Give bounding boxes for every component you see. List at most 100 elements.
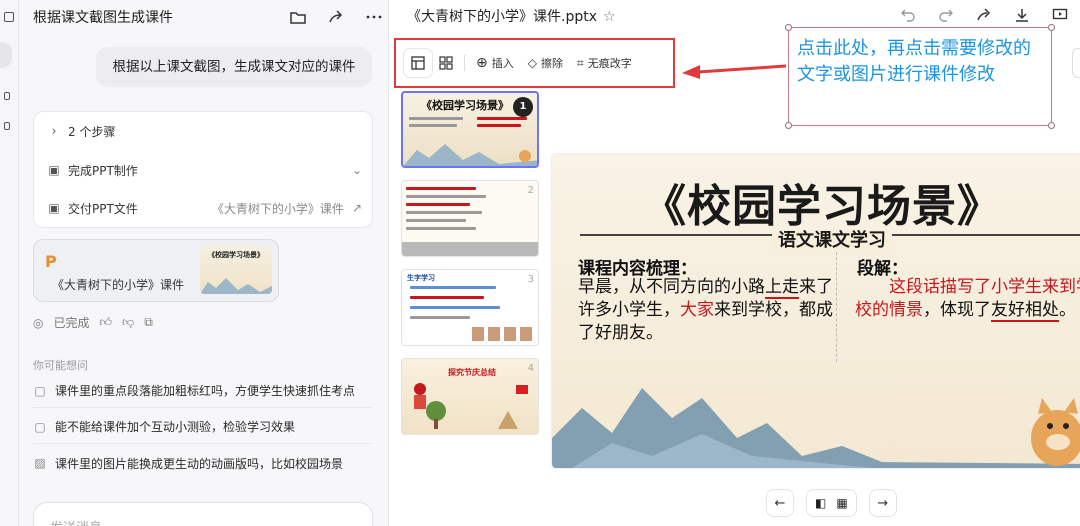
suggest-heading: 你可能想问 [33, 359, 88, 372]
check-circle-icon: ◎ [33, 315, 44, 330]
present-icon[interactable] [1052, 7, 1068, 23]
insert-button[interactable]: ⊕ 插入 [469, 49, 521, 77]
thumbnail-number: 4 [527, 363, 534, 374]
erase-button[interactable]: ◇ 擦除 [521, 49, 570, 77]
download-icon[interactable] [1014, 7, 1030, 23]
slide-subtitle-text: 语文课文学习 [772, 230, 892, 251]
editor-area: 《大青树下的小学》课件.pptx ☆ ⊕ 插入 ◇ 擦除 ⌗ 无痕改字 点击此处… [390, 0, 1080, 526]
arrow-left-icon: ← [774, 495, 786, 511]
thumbs-down-icon[interactable]: 👎︎ [122, 315, 134, 330]
slide-title[interactable]: 《校园学习场景》 [552, 170, 1080, 234]
slide-thumbnail[interactable]: 3 生字学习 [401, 269, 539, 346]
content-text[interactable]: 早晨，从不同方向的小路上走来了许多小学生，大家来到学校，都成了好朋友。 [578, 276, 843, 345]
thumbnail-photos [472, 327, 534, 341]
prev-slide-button[interactable]: ← [766, 489, 794, 517]
undo-icon[interactable] [900, 7, 916, 23]
share-icon[interactable] [327, 8, 345, 26]
rail-item-icon[interactable] [4, 92, 10, 100]
document-title: 《大青树下的小学》课件.pptx ☆ [407, 7, 616, 27]
analysis-text-part: 。 [1059, 300, 1076, 320]
redo-icon[interactable] [938, 7, 954, 23]
folder-icon[interactable] [289, 8, 307, 26]
status-row: ◎ 已完成 👍︎ 👎︎ ⧉ [33, 314, 153, 331]
thumbnail-number: 3 [527, 274, 534, 285]
cat-art-icon [1031, 398, 1080, 466]
festival-art-icon [414, 383, 528, 429]
open-external-icon[interactable]: ↗ [352, 201, 362, 215]
view-toggle-group: ◧ ▦ [806, 489, 857, 517]
rail-item-icon[interactable] [4, 122, 10, 130]
resize-handle [1048, 24, 1055, 31]
file-card[interactable]: P 《大青树下的小学》课件 《校园学习场景》 [33, 239, 279, 302]
share-icon[interactable] [976, 7, 992, 23]
instruction-callout: 点击此处，再点击需要修改的文字或图片进行课件修改 [785, 24, 1055, 129]
slide-thumbnail[interactable]: 2 [401, 180, 539, 257]
message-input[interactable]: 发送消息 [33, 502, 373, 526]
star-icon[interactable]: ☆ [603, 9, 616, 25]
rail-panel-icon[interactable] [4, 12, 14, 22]
edit-toolbar-highlight: ⊕ 插入 ◇ 擦除 ⌗ 无痕改字 [394, 38, 675, 88]
resize-handle [785, 24, 792, 31]
slide-navigation: ← ◧ ▦ → [766, 489, 897, 517]
grid-view-button[interactable] [432, 49, 460, 77]
thumbs-up-icon[interactable]: 👍︎ [100, 315, 113, 330]
resize-handle [1048, 122, 1055, 129]
plus-circle-icon: ⊕ [476, 55, 488, 71]
thumbnail-title: 探究节庆总结 [448, 368, 496, 377]
chevron-right-icon: › [51, 124, 57, 138]
arrow-right-icon: → [877, 495, 889, 511]
thumbnail-footer-band [402, 242, 538, 256]
copy-icon[interactable]: ⧉ [144, 315, 153, 330]
analysis-text-underlined: 友好相处 [991, 300, 1059, 322]
mountain-art-icon [403, 144, 537, 166]
next-slide-button[interactable]: → [868, 489, 897, 517]
app-window: 根据课文截图生成课件 根据以上课文截图，生成课文对应的课件 › 2 个步骤 ▣ … [0, 0, 1080, 526]
thumbnail-title: 《校园学习场景》 [421, 99, 509, 112]
step-label: 交付PPT文件 [68, 201, 138, 216]
suggestion-item[interactable]: ▨ 课件里的图片能换成更生动的动画版吗，比如校园场景 [33, 446, 373, 480]
panel-toggle-icon[interactable]: ◧ [815, 496, 826, 510]
slide-thumbnail[interactable]: 4 探究节庆总结 [401, 358, 539, 435]
eraser-icon: ◇ [527, 56, 537, 70]
chat-panel: 根据课文截图生成课件 根据以上课文截图，生成课文对应的课件 › 2 个步骤 ▣ … [19, 0, 389, 526]
edit-toolbar: ⊕ 插入 ◇ 擦除 ⌗ 无痕改字 [404, 48, 639, 78]
step-item[interactable]: ▣ 完成PPT制作 ⌄ [46, 160, 362, 180]
tag-icon: ⌗ [576, 55, 584, 70]
top-toolbar-icons [900, 7, 1068, 23]
ppt-file-icon: ▣ [48, 163, 60, 177]
thumbnail-number: 2 [527, 185, 534, 196]
suggestion-item[interactable]: ▢ 课件里的重点段落能加粗标红吗，方便学生快速抓住考点 [33, 374, 373, 408]
slide-canvas[interactable]: 《校园学习场景》 语文课文学习 课程内容梳理： 早晨，从不同方向的小路上走来了许… [552, 154, 1080, 468]
side-panel-handle[interactable] [1072, 48, 1080, 78]
callout-text: 点击此处，再点击需要修改的文字或图片进行课件修改 [797, 38, 1031, 85]
suggestion-item[interactable]: ▢ 能不能给课件加个互动小测验，检验学习效果 [33, 410, 373, 444]
steps-card: › 2 个步骤 ▣ 完成PPT制作 ⌄ ▣ 交付PPT文件 《大青树下的小学》课… [33, 111, 373, 228]
steps-toggle[interactable]: › 2 个步骤 [46, 121, 362, 141]
chevron-down-icon[interactable]: ⌄ [352, 163, 362, 177]
resize-handle [785, 122, 792, 129]
ink-mountains-art [552, 388, 1080, 468]
user-message: 根据以上课文截图，生成课文对应的课件 [96, 47, 372, 87]
document-title-text: 《大青树下的小学》课件.pptx [407, 9, 597, 25]
slide-thumbnail[interactable]: 1 《校园学习场景》 [401, 91, 539, 168]
slide-subtitle[interactable]: 语文课文学习 [772, 226, 892, 252]
analysis-text[interactable]: 这段话描写了小学生来到学校的情景，体现了友好相处。 [855, 276, 1080, 322]
no-trace-text-label: 无痕改字 [587, 57, 632, 70]
chat-header: 根据课文截图生成课件 [33, 8, 383, 28]
rail-active-indicator [0, 42, 12, 68]
chat-bubble-icon: ▢ [34, 419, 46, 434]
no-trace-text-button[interactable]: ⌗ 无痕改字 [570, 49, 639, 77]
more-icon[interactable] [365, 8, 383, 26]
mountain-art-icon [200, 278, 272, 294]
steps-toggle-label: 2 个步骤 [68, 124, 116, 139]
layout-view-button[interactable] [404, 49, 432, 77]
toolbar-divider [464, 55, 465, 71]
step-item[interactable]: ▣ 交付PPT文件 《大青树下的小学》课件 ↗ [46, 198, 362, 218]
left-rail [0, 0, 19, 526]
status-text: 已完成 [53, 316, 90, 330]
step-file-link[interactable]: 《大青树下的小学》课件 [212, 200, 344, 217]
analysis-text-part: ，体现了 [923, 300, 991, 320]
grid-icon[interactable]: ▦ [836, 496, 847, 510]
suggestion-text: 课件里的图片能换成更生动的动画版吗，比如校园场景 [55, 456, 344, 471]
file-thumb-title: 《校园学习场景》 [208, 251, 264, 259]
